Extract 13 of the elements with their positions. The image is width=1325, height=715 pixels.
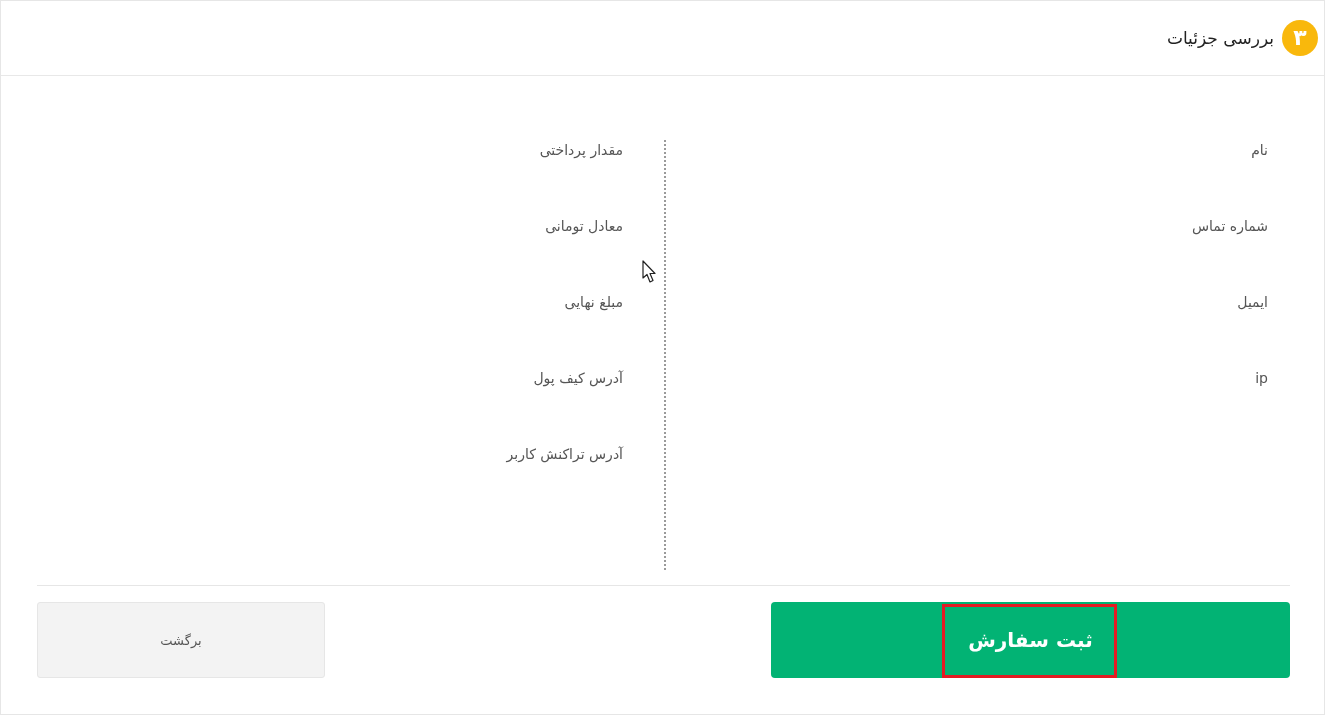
section-title: بررسی جزئیات: [1166, 28, 1274, 48]
field-label: ایمیل: [1237, 293, 1268, 312]
field-label: ip: [1255, 369, 1268, 388]
mouse-cursor-icon: [642, 260, 658, 284]
field-label: آدرس کیف پول: [533, 369, 623, 388]
step-badge: ۳: [1282, 20, 1318, 56]
field-label: مبلغ نهایی: [564, 293, 623, 312]
field-label: شماره تماس: [1192, 217, 1268, 236]
field-label: معادل تومانی: [545, 217, 623, 236]
field-label: نام: [1251, 141, 1268, 160]
field-label: مقدار پرداختی: [539, 141, 623, 160]
back-button[interactable]: برگشت: [37, 602, 325, 678]
field-label: آدرس تراکنش کاربر: [506, 445, 623, 464]
